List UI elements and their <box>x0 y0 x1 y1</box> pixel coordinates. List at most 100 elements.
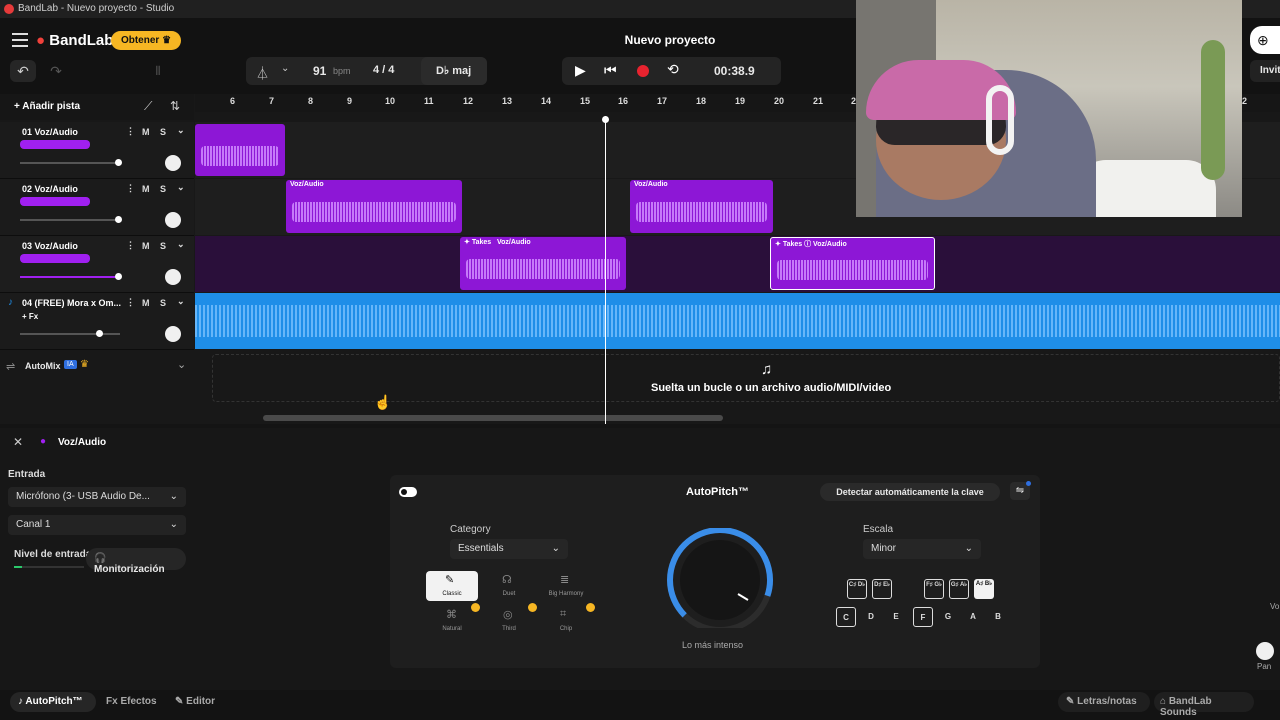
options-icon[interactable]: ⋮ <box>126 240 135 251</box>
solo-button[interactable]: S <box>160 298 166 308</box>
volume-slider[interactable] <box>20 276 120 278</box>
mute-button[interactable]: M <box>142 127 150 137</box>
track-header[interactable]: 01 Voz/Audio ⋮ M S ⌄ <box>0 122 194 179</box>
chevron-down-icon[interactable]: ⌄ <box>177 182 185 193</box>
lyrics-button[interactable]: ✎ Letras/notas <box>1058 692 1150 712</box>
mute-button[interactable]: M <box>142 298 150 308</box>
volume-thumb[interactable] <box>96 330 103 337</box>
channel-select[interactable]: Canal 1 ⌄ <box>8 515 186 535</box>
autopitch-toggle[interactable] <box>399 487 417 497</box>
metronome-icon[interactable]: ⏃ <box>256 63 269 82</box>
invite-button[interactable]: Invit <box>1250 60 1280 82</box>
track-name[interactable]: 04 (FREE) Mora x Om... <box>22 298 121 308</box>
brand-logo[interactable]: ● BandLab <box>36 32 113 49</box>
loop-icon[interactable]: ⟲ <box>667 61 679 78</box>
detect-key-button[interactable]: Detectar automáticamente la clave <box>820 483 1000 501</box>
effect-chip[interactable] <box>20 254 90 263</box>
key-a-sharp[interactable]: A♯ B♭ <box>974 579 994 599</box>
solo-button[interactable]: S <box>160 127 166 137</box>
key-g[interactable]: G <box>938 607 958 627</box>
key-f[interactable]: F <box>913 607 933 627</box>
options-icon[interactable]: ⋮ <box>126 126 135 137</box>
track-header-selected[interactable]: 03 Voz/Audio ⋮ M S ⌄ <box>0 236 194 293</box>
effect-chip[interactable] <box>20 197 90 206</box>
tab-autopitch[interactable]: ♪ AutoPitch™ <box>10 692 96 712</box>
volume-thumb[interactable] <box>115 159 122 166</box>
track-lane[interactable]: ✦ Takes Voz/Audio ✦ Takes ⓘ Voz/Audio <box>195 236 1280 292</box>
monitor-button[interactable]: 🎧 Monitorización <box>86 548 186 575</box>
mixer-icon[interactable]: ⦀ <box>146 60 170 82</box>
chevron-down-icon[interactable]: ⌄ <box>177 296 185 307</box>
volume-slider[interactable] <box>20 333 120 335</box>
volume-thumb[interactable] <box>115 273 122 280</box>
add-fx-button[interactable]: + Fx <box>22 312 38 321</box>
solo-button[interactable]: S <box>160 184 166 194</box>
bpm-value[interactable]: 91 <box>313 64 326 78</box>
close-icon[interactable]: ✕ <box>13 435 23 449</box>
track-lane[interactable] <box>195 293 1280 349</box>
tab-effects[interactable]: Fx Efectos <box>106 696 157 707</box>
key-d[interactable]: D <box>861 607 881 627</box>
takes-clip-selected[interactable]: ✦ Takes ⓘ Voz/Audio <box>770 237 935 290</box>
track-name[interactable]: 01 Voz/Audio <box>22 127 78 137</box>
get-button[interactable]: Obtener ♛ <box>111 31 181 50</box>
record-icon[interactable] <box>637 65 649 77</box>
menu-icon[interactable] <box>12 33 28 47</box>
options-icon[interactable]: ⋮ <box>126 183 135 194</box>
collapse-icon[interactable]: ⇅ <box>170 99 180 113</box>
project-title[interactable]: Nuevo proyecto <box>600 33 740 47</box>
key-f-sharp[interactable]: F♯ G♭ <box>924 579 944 599</box>
track-header[interactable]: ♪ 04 (FREE) Mora x Om... + Fx ⋮ M S ⌄ <box>0 293 194 350</box>
volume-slider[interactable] <box>20 162 120 164</box>
key-c[interactable]: C <box>836 607 856 627</box>
automation-icon[interactable]: ⟋ <box>144 99 152 114</box>
chevron-down-icon[interactable]: ⌄ <box>177 239 185 250</box>
intensity-knob[interactable] <box>658 528 782 628</box>
chevron-down-icon[interactable]: ⌄ <box>177 358 186 371</box>
add-track-button[interactable]: + Añadir pista <box>14 101 80 112</box>
key-e[interactable]: E <box>886 607 906 627</box>
play-icon[interactable]: ▶ <box>575 62 586 79</box>
time-signature[interactable]: 4 / 4 <box>373 64 394 76</box>
rewind-icon[interactable]: ⏮ <box>604 62 617 79</box>
key-b[interactable]: B <box>988 607 1008 627</box>
pan-knob[interactable] <box>165 212 181 228</box>
automix-row[interactable]: ⇌ AutoMix IA ♛ ⌄ <box>0 351 194 381</box>
audio-clip[interactable]: Voz/Audio <box>630 180 773 233</box>
globe-icon[interactable]: ⊕ <box>1250 26 1280 54</box>
key-a[interactable]: A <box>963 607 983 627</box>
scale-select[interactable]: Minor ⌄ <box>863 539 981 559</box>
chevron-down-icon[interactable]: ⌄ <box>177 125 185 136</box>
pan-knob[interactable] <box>1256 642 1274 660</box>
drop-zone[interactable]: ♫ Suelta un bucle o un archivo audio/MID… <box>212 354 1280 402</box>
bandlab-sounds-button[interactable]: ⌂ BandLab Sounds <box>1154 692 1254 718</box>
solo-button[interactable]: S <box>160 241 166 251</box>
horizontal-scrollbar[interactable] <box>263 415 723 421</box>
audio-clip[interactable]: Voz/Audio <box>286 180 462 233</box>
mute-button[interactable]: M <box>142 241 150 251</box>
track-name[interactable]: 02 Voz/Audio <box>22 184 78 194</box>
undo-icon[interactable]: ↶ <box>10 60 36 82</box>
pan-knob[interactable] <box>165 155 181 171</box>
chevron-down-icon[interactable]: ⌄ <box>281 63 289 74</box>
tab-editor[interactable]: ✎ Editor <box>175 696 215 707</box>
key-g-sharp[interactable]: G♯ A♭ <box>949 579 969 599</box>
key-d-sharp[interactable]: D♯ E♭ <box>872 579 892 599</box>
options-icon[interactable]: ⋮ <box>126 297 135 308</box>
volume-thumb[interactable] <box>115 216 122 223</box>
redo-icon[interactable]: ↷ <box>46 60 66 82</box>
volume-slider[interactable] <box>20 219 120 221</box>
effect-chip[interactable] <box>20 140 90 149</box>
playhead[interactable] <box>605 116 606 424</box>
key-c-sharp[interactable]: C♯ D♭ <box>847 579 867 599</box>
audio-clip[interactable] <box>195 124 285 176</box>
category-select[interactable]: Essentials ⌄ <box>450 539 568 559</box>
playhead-handle[interactable] <box>602 116 609 123</box>
pan-knob[interactable] <box>165 326 181 342</box>
mute-button[interactable]: M <box>142 184 150 194</box>
track-name[interactable]: 03 Voz/Audio <box>22 241 78 251</box>
track-header[interactable]: 02 Voz/Audio ⋮ M S ⌄ <box>0 179 194 236</box>
input-device-select[interactable]: Micrófono (3- USB Audio De... ⌄ <box>8 487 186 507</box>
pan-knob[interactable] <box>165 269 181 285</box>
takes-clip[interactable]: ✦ Takes Voz/Audio <box>460 237 626 290</box>
